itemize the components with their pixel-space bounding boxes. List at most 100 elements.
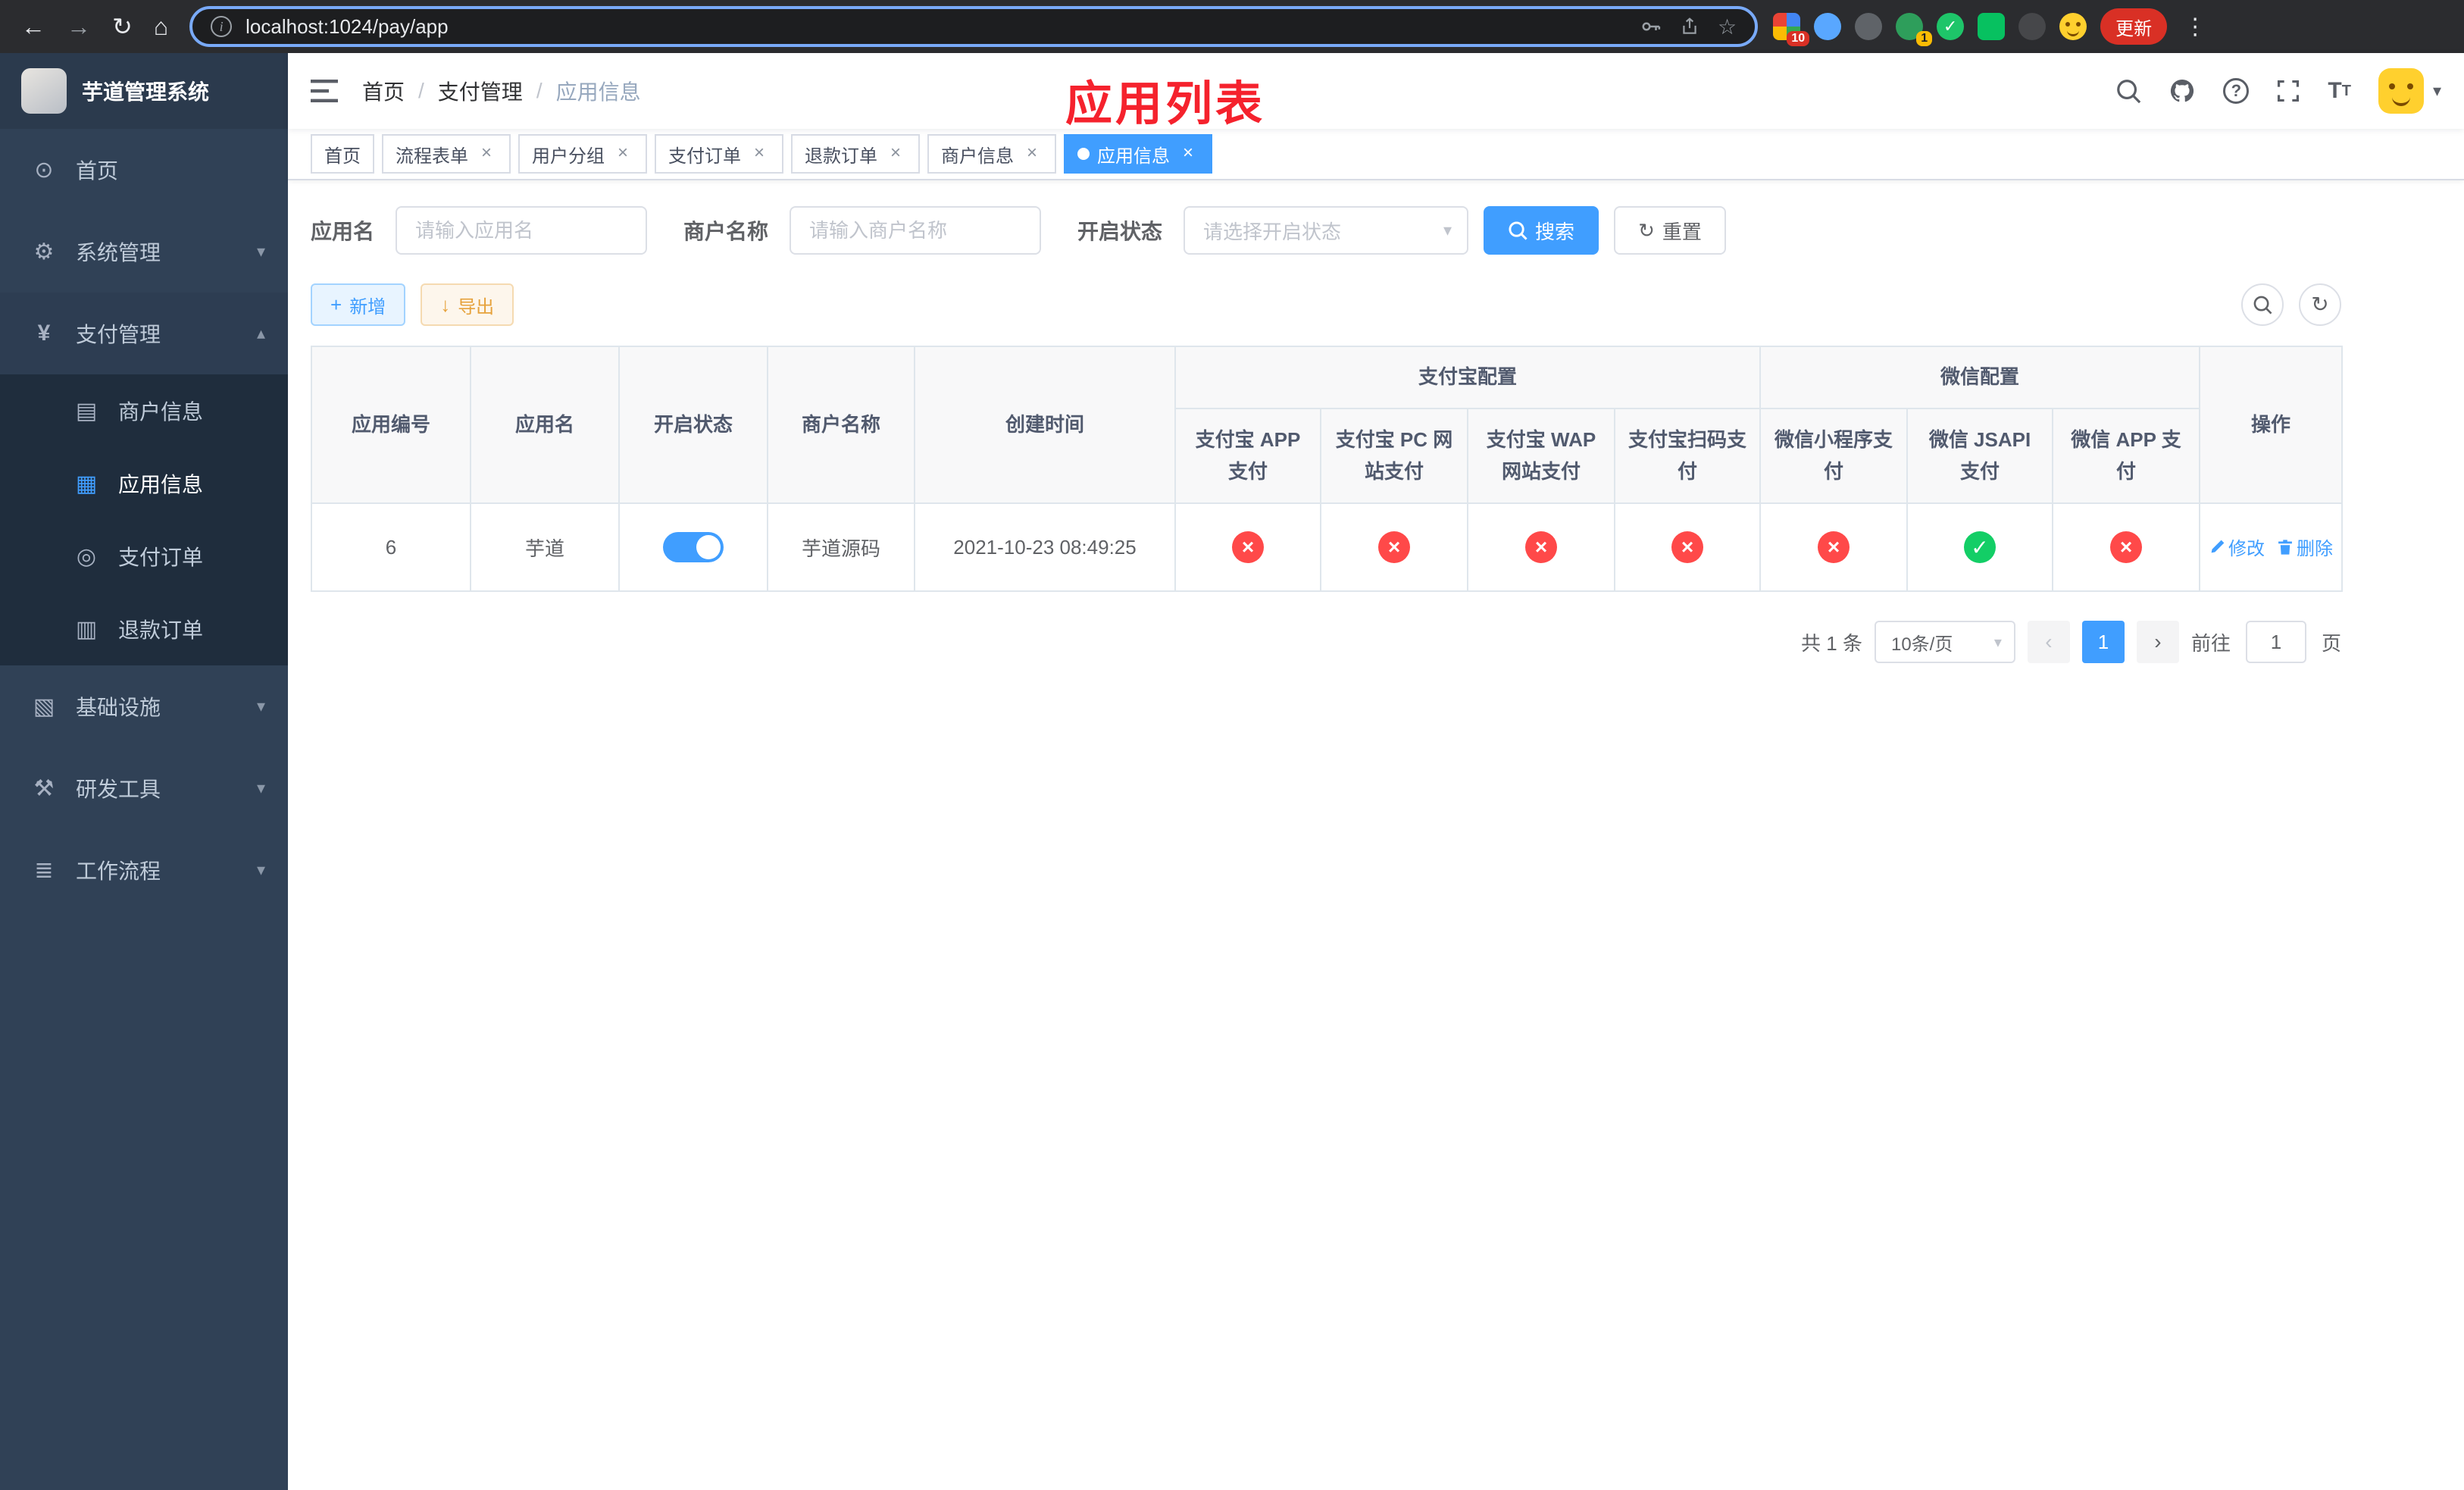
edit-button[interactable]: 修改 [2209,534,2265,560]
status-fail-icon [2110,531,2143,564]
extension-icon[interactable] [1814,13,1842,40]
reload-icon[interactable]: ↻ [112,14,133,39]
toggle-search-button[interactable] [2241,283,2284,326]
column-header: 操作 [2199,346,2344,505]
close-icon[interactable]: × [476,143,497,164]
profile-avatar[interactable] [2059,13,2087,40]
back-icon[interactable]: ← [21,14,45,39]
sidebar-item-payment[interactable]: 支付管理 ▴ [0,293,288,374]
status-select[interactable]: 请选择开启状态 ▾ [1184,206,1469,255]
reset-button[interactable]: ↻ 重置 [1614,206,1726,255]
cell-status [618,502,768,593]
sidebar-item-workflow[interactable]: 工作流程 ▾ [0,829,288,911]
breadcrumb-section[interactable]: 支付管理 [438,76,523,106]
sidebar-item-home[interactable]: 首页 [0,129,288,211]
user-avatar[interactable] [2378,68,2424,114]
column-header: 支付宝 PC 网站支付 [1320,408,1468,505]
breadcrumb-home[interactable]: 首页 [362,76,405,106]
status-fail-icon [1525,531,1557,564]
sidebar-item-pay-order[interactable]: 支付订单 [0,520,288,593]
column-header: 支付宝扫码支付 [1613,408,1762,505]
next-page-button[interactable]: › [2136,621,2179,664]
address-bar[interactable]: i localhost:1024/pay/app ☆ [189,6,1759,47]
bookmark-star-icon[interactable]: ☆ [1718,14,1737,39]
table-toolbar: + 新增 ↓ 导出 ↻ [311,283,2341,326]
merchant-name-input[interactable] [790,206,1042,255]
extension-icon[interactable] [1978,13,2006,40]
column-header: 商户名称 [767,346,915,505]
close-icon[interactable]: × [1021,143,1043,164]
app-table: 应用编号 应用名 开启状态 商户名称 创建时间 支付宝配置 微信配置 操作 支付… [311,346,2344,593]
tab-user-group[interactable]: 用户分组 × [518,134,647,174]
tab-home[interactable]: 首页 [311,134,374,174]
merchant-name-label: 商户名称 [683,220,769,243]
close-icon[interactable]: × [612,143,633,164]
status-fail-icon [1232,531,1264,564]
devtools-icon [30,775,58,802]
help-icon[interactable]: ? [2223,78,2250,104]
password-key-icon[interactable] [1639,15,1662,38]
github-icon[interactable] [2169,77,2196,105]
app-name-input[interactable] [396,206,648,255]
tab-app-info[interactable]: 应用信息 × [1064,134,1212,174]
sidebar-item-merchant-info[interactable]: 商户信息 [0,374,288,447]
goto-suffix: 页 [2321,631,2341,655]
tab-merchant-info[interactable]: 商户信息 × [927,134,1056,174]
tab-pay-order[interactable]: 支付订单 × [655,134,783,174]
navbar: 首页 / 支付管理 / 应用信息 ? TT ▾ [288,53,2464,129]
filter-bar: 应用名 商户名称 开启状态 请选择开启状态 ▾ [311,206,2341,255]
extension-icon[interactable]: 10 [1773,13,1810,46]
tab-process-form[interactable]: 流程表单 × [382,134,511,174]
fullscreen-icon[interactable] [2276,79,2300,103]
browser-chrome: ← → ↻ ⌂ i localhost:1024/pay/app ☆ 10 1 … [0,0,2464,53]
extension-icon[interactable]: 1 [1896,13,1933,46]
add-button[interactable]: + 新增 [311,283,406,326]
hamburger-icon[interactable] [311,80,338,102]
tab-refund-order[interactable]: 退款订单 × [791,134,920,174]
sidebar-item-refund-order[interactable]: 退款订单 [0,593,288,665]
extension-icon[interactable] [2018,13,2047,40]
extension-badge: 1 [1916,31,1933,46]
extension-icon[interactable] [1855,13,1883,40]
breadcrumb: 首页 / 支付管理 / 应用信息 [362,76,641,106]
navbar-actions: ? TT ▾ [2115,68,2441,114]
browser-update-button[interactable]: 更新 [2100,8,2168,45]
prev-page-button[interactable]: ‹ [2027,621,2070,664]
close-icon[interactable]: × [1177,143,1199,164]
share-icon[interactable] [1680,16,1699,37]
sidebar-item-system[interactable]: 系统管理 ▾ [0,211,288,293]
goto-page-input[interactable] [2245,621,2306,664]
refresh-table-button[interactable]: ↻ [2299,283,2341,326]
cell-app-id: 6 [311,502,471,593]
browser-menu-icon[interactable]: ⋮ [2181,14,2209,40]
column-group-alipay: 支付宝配置 [1174,346,1762,409]
page-size-select[interactable]: 10条/页 ▾ [1874,621,2015,664]
chevron-up-icon: ▴ [256,324,265,343]
search-icon[interactable] [2115,78,2141,104]
cell-actions: 修改 删除 [2199,502,2344,593]
app-title: 芋道管理系统 [82,80,210,104]
sidebar-item-app-info[interactable]: 应用信息 [0,447,288,520]
home-icon[interactable]: ⌂ [154,14,168,39]
app-grid-icon [73,471,100,497]
forward-icon[interactable]: → [67,14,91,39]
sidebar-item-infrastructure[interactable]: 基础设施 ▾ [0,665,288,747]
chevron-down-icon: ▾ [256,242,265,261]
status-fail-icon [1671,531,1703,564]
page-number-button[interactable]: 1 [2081,621,2125,664]
status-fail-icon [1818,531,1850,564]
sidebar-item-devtools[interactable]: 研发工具 ▾ [0,747,288,829]
font-size-icon[interactable]: TT [2328,80,2351,102]
status-fail-icon [1378,531,1410,564]
search-button[interactable]: 搜索 [1484,206,1599,255]
extension-icon[interactable]: ✓ [1937,13,1965,40]
status-toggle[interactable] [663,532,724,563]
user-menu[interactable]: ▾ [2378,68,2441,114]
close-icon[interactable]: × [749,143,770,164]
delete-button[interactable]: 删除 [2277,534,2333,560]
app-name-label: 应用名 [311,220,375,243]
chevron-down-icon: ▾ [1443,221,1452,239]
site-info-icon[interactable]: i [211,16,233,37]
export-button[interactable]: ↓ 导出 [421,283,514,326]
close-icon[interactable]: × [885,143,906,164]
